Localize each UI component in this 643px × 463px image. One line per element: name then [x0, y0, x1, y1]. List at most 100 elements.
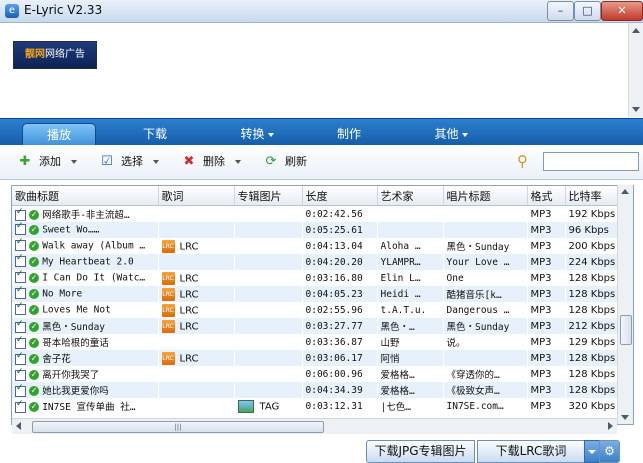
cell-artist: 爱格格… — [380, 386, 415, 397]
scroll-right-icon[interactable] — [608, 422, 613, 430]
table-row[interactable]: ✓ I Can Do It (Watc…LRCLRC0:03:16.80Elin… — [12, 270, 618, 286]
scroll-thumb[interactable] — [620, 315, 632, 345]
cell-title[interactable]: ✓ 黑色・Sunday — [12, 318, 158, 334]
row-checkbox[interactable] — [15, 270, 26, 284]
col-header-lyric[interactable]: 歌词 — [158, 186, 235, 206]
table-row[interactable]: ✓ 网络歌手-非主流超… 0:02:42.56 MP3 192 Kbps — [12, 206, 618, 223]
song-title: My Heartbeat 2.0 — [42, 256, 134, 268]
scroll-up-icon[interactable] — [621, 189, 629, 194]
select-button[interactable]: ☑ 选择 — [99, 153, 164, 171]
row-checkbox[interactable] — [15, 254, 26, 268]
scroll-down-icon[interactable] — [621, 415, 629, 420]
gear-icon[interactable]: ⚙ — [599, 440, 620, 463]
cell-length: 0:03:27.77 — [305, 320, 363, 332]
cell-title[interactable]: ✓ 舍子花 — [12, 350, 158, 366]
cell-bitrate: 128 Kbps — [568, 384, 616, 396]
table-row[interactable]: ✓ 黑色・SundayLRCLRC0:03:27.77黑色・…黑色・Sunday… — [12, 318, 618, 334]
table-row[interactable]: ✓ IN7SE 宣传单曲 社… TAG 0:03:12.31 |七色… IN7SE.co… — [12, 398, 618, 414]
tab-make[interactable]: 制作 — [314, 123, 384, 145]
download-lrc-button[interactable]: 下载LRC歌词 — [477, 440, 585, 463]
song-title: 舍子花 — [42, 354, 71, 365]
cell-lyric — [158, 382, 234, 398]
scroll-down-icon[interactable] — [632, 107, 640, 112]
table-row[interactable]: ✓ Loves Me NotLRCLRC0:02:55.96t.A.T.u.Da… — [12, 302, 618, 318]
scroll-thumb[interactable]: ||| — [32, 421, 324, 433]
row-checkbox[interactable] — [15, 222, 26, 236]
row-checkbox[interactable] — [15, 351, 26, 365]
row-checkbox[interactable] — [15, 383, 26, 397]
delete-button[interactable]: ✖ 删除 — [181, 153, 246, 171]
cell-album-art — [234, 222, 302, 238]
cell-lyric: LRC LRC — [158, 286, 234, 302]
minimize-button[interactable]: – — [547, 1, 574, 21]
table-vertical-scrollbar[interactable] — [617, 185, 633, 424]
col-header-artist[interactable]: 艺术家 — [377, 186, 444, 206]
col-header-format[interactable]: 格式 — [527, 186, 566, 206]
cell-title[interactable]: ✓ 哥本哈根的童话 — [12, 334, 158, 350]
song-title: 她比我更爱你吗 — [42, 386, 109, 397]
table-row[interactable]: ✓ Sweet Wo…… 0:05:25.61 MP3 96 Kbps — [12, 222, 618, 238]
cell-title[interactable]: ✓ 离开你我哭了 — [12, 366, 158, 382]
row-checkbox[interactable] — [15, 367, 26, 381]
table-row[interactable]: ✓ Walk away (Album …LRCLRC0:04:13.04Aloh… — [12, 238, 618, 254]
cell-title[interactable]: ✓ Loves Me Not — [12, 302, 158, 318]
table-row[interactable]: ✓ No MoreLRCLRC0:04:05.23Heidi …酷猪音乐[k…M… — [12, 286, 618, 302]
row-checkbox[interactable] — [15, 399, 26, 413]
cell-title[interactable]: ✓ No More — [12, 286, 158, 302]
refresh-button[interactable]: ⟳ 刷新 — [263, 153, 318, 171]
cell-bitrate: 200 Kbps — [568, 240, 616, 252]
maximize-button[interactable]: □ — [574, 1, 601, 21]
cell-artist: 山野 — [380, 338, 400, 349]
cell-title[interactable]: ✓ IN7SE 宣传单曲 社… — [12, 398, 158, 414]
scroll-up-icon[interactable] — [632, 28, 640, 33]
cell-title[interactable]: ✓ 网络歌手-非主流超… — [12, 206, 158, 223]
row-checkbox[interactable] — [15, 319, 26, 333]
tab-convert[interactable]: 转换 — [222, 123, 292, 145]
tab-download[interactable]: 下载 — [120, 123, 190, 145]
cell-title[interactable]: ✓ Walk away (Album … — [12, 238, 158, 254]
add-button[interactable]: ✚ 添加 — [17, 153, 82, 171]
search-icon[interactable]: ⚲ — [517, 152, 528, 170]
table-row[interactable]: ✓ 她比我更爱你吗 0:04:34.39 爱格格… 《极致女声… MP3 128 Kbps — [12, 382, 618, 398]
ad-scrollbar[interactable] — [628, 23, 643, 117]
ad-logo[interactable]: 靓网网络广告 — [13, 41, 97, 69]
status-ok-icon: ✓ — [29, 338, 39, 348]
cell-title[interactable]: ✓ Sweet Wo…… — [12, 222, 158, 238]
col-header-title[interactable]: 歌曲标题 — [12, 186, 159, 206]
col-header-album-art[interactable]: 专辑图片 — [234, 186, 303, 206]
col-header-length[interactable]: 长度 — [302, 186, 378, 206]
song-title: Walk away (Album … — [42, 240, 146, 252]
table-row[interactable]: ✓ 离开你我哭了 0:06:00.96 爱格格… 《穿透你的… MP3 128 Kbps — [12, 366, 618, 382]
cell-format: MP3 — [530, 272, 552, 284]
row-checkbox[interactable] — [15, 286, 26, 300]
table-row[interactable]: ✓ 哥本哈根的童话 0:03:36.87 山野 说。 MP3 129 Kbps — [12, 334, 618, 350]
row-checkbox[interactable] — [15, 335, 26, 349]
cell-album: 黑色・Sunday — [446, 242, 510, 253]
row-checkbox[interactable] — [15, 207, 26, 221]
download-jpg-button[interactable]: 下载JPG专辑图片 — [366, 440, 475, 463]
tab-other[interactable]: 其他 — [416, 123, 486, 145]
col-header-bitrate[interactable]: 比特率 — [565, 186, 619, 206]
scroll-left-icon[interactable] — [16, 422, 21, 430]
search-input[interactable] — [543, 152, 639, 171]
col-header-album[interactable]: 唱片标题 — [443, 186, 528, 206]
table-horizontal-scrollbar[interactable]: ||| — [12, 418, 617, 434]
cell-album-art — [234, 238, 302, 254]
window-title: E-Lyric V2.33 — [24, 3, 103, 17]
table-row[interactable]: ✓ 舍子花LRCLRC0:03:06.17阿悄MP3128 Kbps — [12, 350, 618, 366]
download-options-dropdown[interactable] — [584, 440, 600, 463]
table-row[interactable]: ✓ My Heartbeat 2.0 0:04:20.20 YLAMPR… Your … — [12, 254, 618, 270]
chevron-down-icon — [153, 160, 159, 164]
cell-title[interactable]: ✓ My Heartbeat 2.0 — [12, 254, 158, 270]
close-button[interactable]: ✕ — [601, 1, 643, 21]
cell-title[interactable]: ✓ 她比我更爱你吗 — [12, 382, 158, 398]
row-checkbox[interactable] — [15, 302, 26, 316]
cell-title[interactable]: ✓ I Can Do It (Watc… — [12, 270, 158, 286]
cell-album: Your Love … — [446, 256, 510, 268]
cell-artist: t.A.T.u. — [380, 304, 427, 316]
tab-make-label: 制作 — [336, 127, 361, 141]
cell-artist: 阿悄 — [380, 354, 400, 365]
row-checkbox[interactable] — [15, 238, 26, 252]
tab-play[interactable]: 播放 — [22, 123, 96, 146]
cell-bitrate: 128 Kbps — [568, 352, 616, 364]
